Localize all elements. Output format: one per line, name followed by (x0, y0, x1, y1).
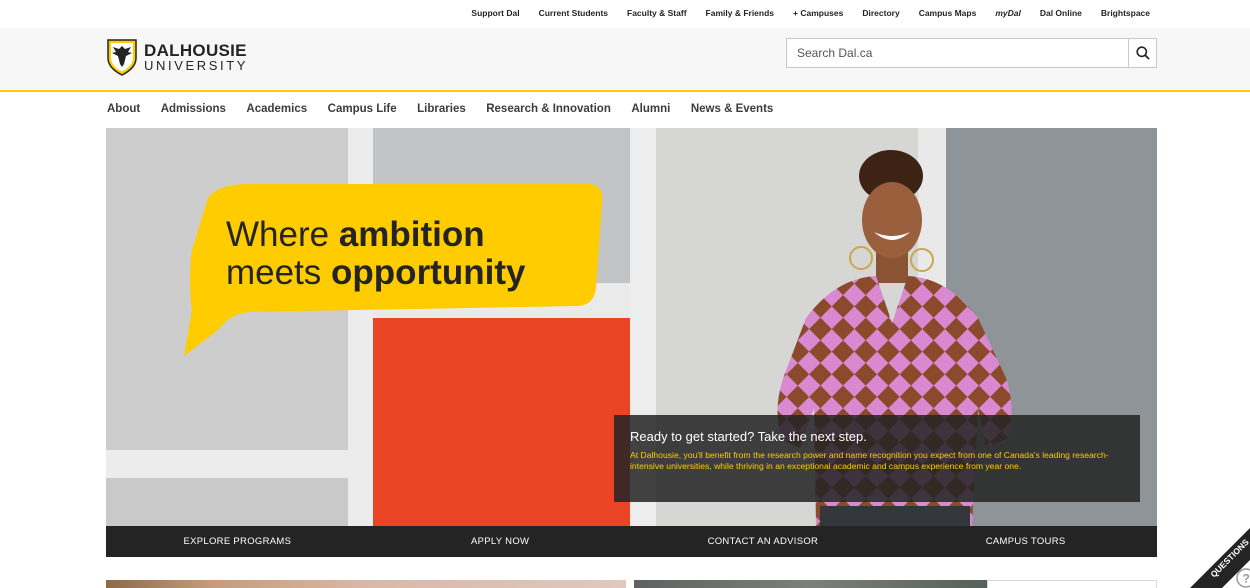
nav-item-libraries[interactable]: Libraries (417, 103, 466, 115)
main-nav: About Admissions Academics Campus Life L… (107, 103, 794, 115)
utility-nav: Support Dal Current Students Faculty & S… (452, 8, 1150, 18)
questions-tab[interactable]: QUESTIONS ? (1180, 508, 1250, 588)
cta-bar: EXPLORE PROGRAMS APPLY NOW CONTACT AN AD… (106, 526, 1157, 557)
utility-link-campuses[interactable]: + Campuses (793, 8, 843, 18)
nav-item-academics[interactable]: Academics (246, 103, 307, 115)
logo-wordmark-line1: DALHOUSIE (144, 41, 247, 60)
contact-advisor-button[interactable]: CONTACT AN ADVISOR (632, 526, 895, 557)
hero-bg-block (106, 450, 348, 478)
nav-item-about[interactable]: About (107, 103, 140, 115)
utility-link-campus-maps[interactable]: Campus Maps (919, 8, 977, 18)
apply-now-button[interactable]: APPLY NOW (369, 526, 632, 557)
svg-text:?: ? (1243, 572, 1250, 586)
hero-headline: Where ambition meets opportunity (226, 215, 526, 292)
nav-item-campus-life[interactable]: Campus Life (328, 103, 397, 115)
explore-programs-button[interactable]: EXPLORE PROGRAMS (106, 526, 369, 557)
shield-icon (107, 39, 137, 76)
campus-tours-button[interactable]: CAMPUS TOURS (894, 526, 1157, 557)
search-button[interactable] (1128, 39, 1156, 67)
nav-item-alumni[interactable]: Alumni (631, 103, 670, 115)
nav-item-admissions[interactable]: Admissions (161, 103, 226, 115)
search-icon (1135, 46, 1150, 60)
search-input[interactable] (787, 39, 1128, 67)
hero-banner: Where ambition meets opportunity Ready t… (106, 128, 1157, 526)
utility-link-support-dal[interactable]: Support Dal (471, 8, 519, 18)
nav-item-research-innovation[interactable]: Research & Innovation (486, 103, 611, 115)
utility-bar: Support Dal Current Students Faculty & S… (0, 0, 1250, 28)
utility-link-faculty-staff[interactable]: Faculty & Staff (627, 8, 687, 18)
feature-card-image[interactable] (106, 580, 626, 588)
hero-info-title: Ready to get started? Take the next step… (630, 429, 867, 444)
site-header: DALHOUSIE UNIVERSITY (0, 28, 1250, 92)
utility-link-directory[interactable]: Directory (862, 8, 899, 18)
feature-card-image[interactable] (634, 580, 987, 588)
utility-link-brightspace[interactable]: Brightspace (1101, 8, 1150, 18)
help-icon: ? (1236, 568, 1250, 588)
utility-link-dal-online[interactable]: Dal Online (1040, 8, 1082, 18)
dalhousie-logo[interactable]: DALHOUSIE UNIVERSITY (106, 38, 248, 76)
hero-bg-block (106, 478, 348, 526)
hero-info-box: Ready to get started? Take the next step… (614, 415, 1140, 502)
feature-card[interactable] (987, 580, 1157, 588)
site-search (786, 38, 1157, 68)
hero-info-body: At Dalhousie, you'll benefit from the re… (630, 450, 1109, 471)
logo-wordmark-line2: UNIVERSITY (144, 58, 249, 73)
nav-item-news-events[interactable]: News & Events (691, 103, 773, 115)
questions-ribbon: QUESTIONS ? (1190, 528, 1250, 588)
utility-link-mydal[interactable]: myDal (995, 8, 1021, 18)
utility-link-current-students[interactable]: Current Students (539, 8, 608, 18)
utility-link-family-friends[interactable]: Family & Friends (706, 8, 775, 18)
